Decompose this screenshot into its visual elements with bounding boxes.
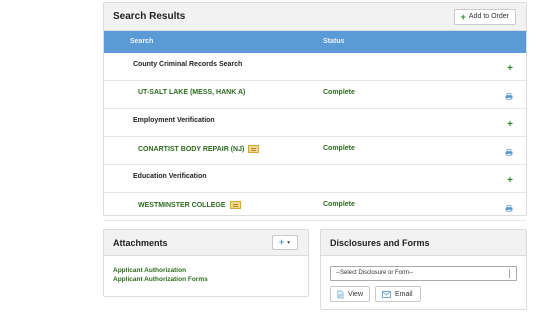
notes-icon[interactable] xyxy=(248,145,260,153)
disclosure-select-value: --Select Disclosure or Form-- xyxy=(336,270,414,276)
category-row: County Criminal Records Search + xyxy=(104,53,526,81)
print-button[interactable] xyxy=(505,205,513,214)
category-label: Employment Verification xyxy=(133,117,215,124)
result-name-text: UT-SALT LAKE (MESS, HANK A) xyxy=(138,89,246,96)
disclosure-select[interactable]: --Select Disclosure or Form-- xyxy=(330,266,517,281)
plus-icon: + xyxy=(278,237,285,247)
search-results-header: Search Results + Add to Order xyxy=(104,3,526,31)
category-label: County Criminal Records Search xyxy=(133,61,243,68)
result-name-text: CONARTIST BODY REPAIR (NJ) xyxy=(138,145,245,153)
result-row: UT-SALT LAKE (MESS, HANK A) Complete xyxy=(104,81,526,109)
disclosures-title: Disclosures and Forms xyxy=(330,238,430,248)
column-search: Search xyxy=(130,38,154,45)
result-name[interactable]: CONARTIST BODY REPAIR (NJ) xyxy=(138,145,260,153)
print-button[interactable] xyxy=(505,93,513,102)
result-status: Complete xyxy=(323,89,355,96)
column-status: Status xyxy=(323,38,345,45)
category-row: Education Verification + xyxy=(104,165,526,193)
attachments-panel: Attachments + ▼ Applicant Authorization … xyxy=(103,229,309,297)
search-results-panel: Search Results + Add to Order Search Sta… xyxy=(103,2,527,221)
result-row: CONARTIST BODY REPAIR (NJ) Complete xyxy=(104,137,526,165)
attachments-list: Applicant Authorization Applicant Author… xyxy=(113,266,208,284)
disclosures-header: Disclosures and Forms xyxy=(321,230,526,256)
print-button[interactable] xyxy=(505,149,513,158)
print-icon xyxy=(505,149,513,156)
add-to-order-button[interactable]: + Add to Order xyxy=(453,9,516,25)
disclosures-panel: Disclosures and Forms --Select Disclosur… xyxy=(320,229,527,310)
print-icon xyxy=(505,93,513,100)
result-name[interactable]: UT-SALT LAKE (MESS, HANK A) xyxy=(138,89,245,96)
category-label: Education Verification xyxy=(133,173,207,180)
result-status: Complete xyxy=(323,201,355,208)
attachment-link[interactable]: Applicant Authorization Forms xyxy=(113,275,208,284)
view-label: View xyxy=(347,290,363,298)
category-row: Employment Verification + xyxy=(104,109,526,137)
add-search-plus-icon[interactable]: + xyxy=(507,176,513,186)
add-search-plus-icon[interactable]: + xyxy=(507,64,513,74)
result-name[interactable]: WESTMINSTER COLLEGE xyxy=(138,201,241,209)
caret-down-icon: ▼ xyxy=(286,239,292,246)
add-search-plus-icon[interactable]: + xyxy=(507,120,513,130)
result-name-text: WESTMINSTER COLLEGE xyxy=(138,201,226,209)
select-caret-icon xyxy=(509,269,514,278)
attachment-link[interactable]: Applicant Authorization xyxy=(113,266,208,275)
view-button[interactable]: View xyxy=(330,286,370,302)
result-status: Complete xyxy=(323,145,355,152)
notes-icon[interactable] xyxy=(229,201,241,209)
add-attachment-button[interactable]: + ▼ xyxy=(272,235,298,250)
results-column-header: Search Status xyxy=(104,31,526,53)
search-results-title: Search Results xyxy=(113,11,186,22)
results-rows: County Criminal Records Search + UT-SALT L… xyxy=(104,53,526,221)
attachments-title: Attachments xyxy=(113,238,168,248)
email-label: Email xyxy=(395,290,413,298)
add-to-order-label: Add to Order xyxy=(468,13,509,20)
result-row: WESTMINSTER COLLEGE Complete xyxy=(104,193,526,221)
attachments-header: Attachments + ▼ xyxy=(104,230,308,256)
document-icon xyxy=(337,290,344,298)
email-button[interactable]: Email xyxy=(375,286,421,302)
print-icon xyxy=(505,205,513,212)
plus-icon: + xyxy=(460,11,466,22)
envelope-icon xyxy=(382,290,391,298)
